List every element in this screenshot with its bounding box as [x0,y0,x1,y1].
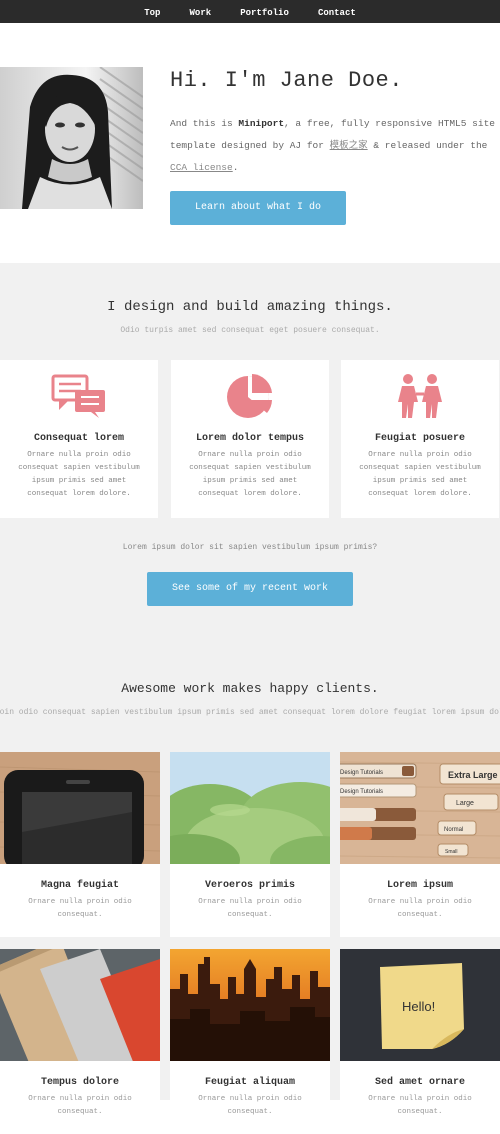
recent-work-button[interactable]: See some of my recent work [147,572,353,606]
portfolio-item[interactable]: Magna feugiat Ornare nulla proin odio co… [0,752,160,937]
intro-text-after: & released under the [367,140,488,151]
portfolio-item-text: Ornare nulla proin odio consequat. [198,898,302,919]
portfolio-item[interactable]: Design Tutorials Design Tutorials Extra … [340,752,500,937]
dropdown-label: Design Tutorials [340,789,383,795]
people-icon [398,374,442,418]
feature-card: Consequat lorem Ornare nulla proin odio … [0,360,158,518]
button-label: Normal [444,827,463,833]
author-link[interactable]: 模板之家 [330,140,368,151]
intro-section: Hi. I'm Jane Doe. And this is Miniport, … [0,23,500,263]
portfolio-section: Awesome work makes happy clients. Proin … [0,643,500,1134]
portfolio-item-title: Tempus dolore [40,1077,119,1088]
portfolio-item-title: Lorem ipsum [386,880,453,891]
portfolio-item-title: Feugiat aliquam [204,1077,295,1088]
profile-photo [0,67,143,209]
license-link[interactable]: CCA license [170,162,233,173]
learn-more-button[interactable]: Learn about what I do [170,191,346,225]
features-section: I design and build amazing things. Odio … [0,263,500,643]
chat-bubbles-icon [51,374,105,418]
portfolio-item-title: Sed amet ornare [374,1077,465,1088]
portfolio-item-text: Ornare nulla proin odio consequat. [198,1095,302,1116]
portfolio-item-text: Ornare nulla proin odio consequat. [28,898,132,919]
feature-card: Lorem dolor tempus Ornare nulla proin od… [171,360,329,518]
nav-portfolio[interactable]: Portfolio [240,2,289,25]
nav-contact[interactable]: Contact [318,2,356,25]
portfolio-thumbnail[interactable] [0,752,160,864]
button-label: Large [456,800,474,807]
nav-top[interactable]: Top [144,2,160,25]
feature-text: Ornare nulla proin odio consequat sapien… [18,451,140,498]
portfolio-thumbnail[interactable] [0,949,160,1061]
button-label: Small [445,849,458,855]
brand-name: Miniport [238,118,285,129]
dropdown-label: Design Tutorials [340,770,383,776]
portfolio-item[interactable]: Feugiat aliquam Ornare nulla proin odio … [170,949,330,1134]
intro-paragraph: And this is Miniport, a free, fully resp… [170,113,495,179]
portfolio-item-text: Ornare nulla proin odio consequat. [368,1095,472,1116]
portfolio-item[interactable]: Hello! Sed amet ornare Ornare nulla proi… [340,949,500,1134]
portfolio-item-title: Veroeros primis [204,880,295,891]
feature-text: Ornare nulla proin odio consequat sapien… [189,451,311,498]
page-title: Hi. I'm Jane Doe. [170,68,403,93]
intro-text-prefix: And this is [170,118,239,129]
portfolio-thumbnail[interactable] [170,949,330,1061]
portfolio-thumbnail[interactable]: Design Tutorials Design Tutorials Extra … [340,752,500,864]
portfolio-item-text: Ornare nulla proin odio consequat. [368,898,472,919]
feature-title: Feugiat posuere [374,433,465,444]
pie-chart-icon [227,374,272,418]
feature-title: Consequat lorem [33,433,124,444]
feature-card: Feugiat posuere Ornare nulla proin odio … [341,360,499,518]
top-nav: Top Work Portfolio Contact [0,0,500,23]
portfolio-item-title: Magna feugiat [40,880,119,891]
features-title: I design and build amazing things. [107,299,393,315]
feature-title: Lorem dolor tempus [195,433,305,444]
features-note: Lorem ipsum dolor sit sapien vestibulum … [122,543,378,552]
features-subtitle: Odio turpis amet sed consequat eget posu… [120,326,380,335]
button-label: Extra Large [448,770,498,780]
portfolio-thumbnail[interactable]: Hello! [340,949,500,1061]
portfolio-title: Awesome work makes happy clients. [121,681,379,696]
portfolio-subtitle: Proin odio consequat sapien vestibulum i… [0,708,500,717]
feature-text: Ornare nulla proin odio consequat sapien… [359,451,481,498]
portfolio-item[interactable]: Tempus dolore Ornare nulla proin odio co… [0,949,160,1134]
nav-work[interactable]: Work [190,2,212,25]
intro-text-end: . [232,162,239,173]
portfolio-item-text: Ornare nulla proin odio consequat. [28,1095,132,1116]
portfolio-thumbnail[interactable] [170,752,330,864]
portfolio-item[interactable]: Veroeros primis Ornare nulla proin odio … [170,752,330,937]
sticky-note-text: Hello! [402,999,435,1014]
